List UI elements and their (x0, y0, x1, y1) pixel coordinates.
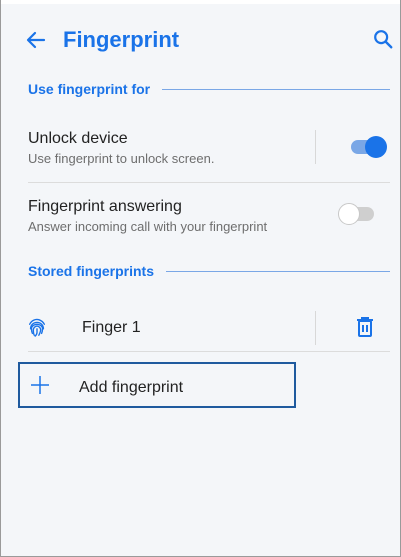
window-top-edge (0, 0, 401, 4)
fingerprint-icon (28, 318, 46, 337)
setting-fingerprint-answering[interactable]: Fingerprint answering Answer incoming ca… (28, 198, 390, 234)
row-divider (28, 182, 390, 183)
fingerprint-name: Finger 1 (82, 319, 141, 336)
window-left-border (0, 0, 1, 557)
setting-title: Fingerprint answering (28, 198, 182, 215)
unlock-device-toggle[interactable] (349, 136, 387, 158)
setting-unlock-device[interactable]: Unlock device Use fingerprint to unlock … (28, 130, 390, 166)
section-rule (162, 88, 390, 90)
section-header-use-fingerprint-for: Use fingerprint for (28, 79, 390, 99)
section-rule (166, 270, 390, 272)
row-divider (28, 351, 390, 352)
add-fingerprint-label: Add fingerprint (79, 379, 184, 396)
page-title: Fingerprint (63, 27, 180, 52)
plus-icon (31, 376, 49, 394)
app-bar: Fingerprint (0, 22, 401, 62)
search-icon[interactable] (372, 28, 394, 50)
section-label: Stored fingerprints (28, 263, 155, 279)
section-header-stored-fingerprints: Stored fingerprints (28, 261, 390, 281)
setting-subtitle: Use fingerprint to unlock screen. (28, 151, 215, 166)
setting-subtitle: Answer incoming call with your fingerpri… (28, 219, 268, 234)
trash-icon[interactable] (356, 317, 374, 337)
vertical-divider (315, 130, 316, 164)
add-fingerprint-button[interactable]: Add fingerprint (18, 362, 296, 408)
section-label: Use fingerprint for (28, 81, 151, 97)
vertical-divider (315, 311, 316, 345)
fingerprint-item[interactable]: Finger 1 (0, 305, 401, 351)
arrow-left-icon[interactable] (24, 28, 48, 52)
fingerprint-answering-toggle[interactable] (338, 203, 376, 225)
toggle-thumb (338, 203, 360, 225)
setting-title: Unlock device (28, 130, 128, 147)
toggle-thumb (365, 136, 387, 158)
